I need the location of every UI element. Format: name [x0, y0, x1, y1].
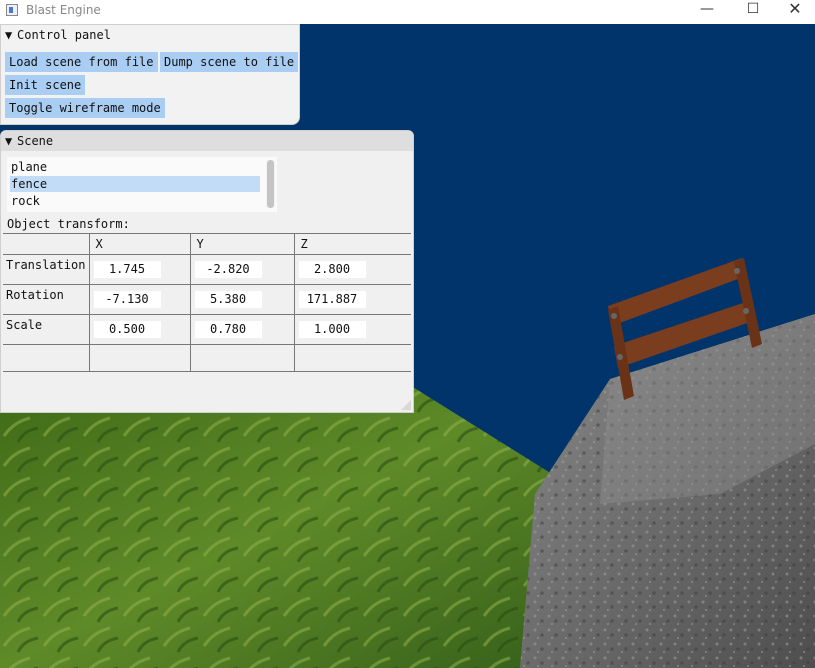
table-header-row: X Y Z: [3, 233, 411, 255]
maximize-icon[interactable]: ☐: [730, 0, 776, 24]
column-header-z: Z: [293, 233, 411, 255]
dump-scene-button[interactable]: Dump scene to file: [160, 52, 299, 72]
close-icon[interactable]: ✕: [772, 0, 815, 24]
table-row: Scale 0.500 0.780 1.000: [3, 314, 411, 345]
rotation-x-input[interactable]: -7.130: [93, 291, 161, 308]
table-tail: [3, 344, 411, 372]
grass-texture: [0, 379, 560, 668]
scene-object-list[interactable]: plane fence rock: [7, 157, 277, 212]
list-scrollbar[interactable]: [266, 160, 275, 208]
toggle-wireframe-button[interactable]: Toggle wireframe mode: [5, 98, 165, 118]
scene-window: ▼ Scene plane fence rock Object transform…: [0, 130, 414, 413]
header-empty: [3, 233, 89, 255]
scrollbar-thumb[interactable]: [267, 160, 274, 208]
scale-z-input[interactable]: 1.000: [298, 321, 366, 338]
rotation-z-input[interactable]: 171.887: [298, 291, 366, 308]
window-title-bar: Blast Engine — ☐ ✕: [0, 0, 815, 24]
list-item-rock[interactable]: rock: [10, 193, 260, 209]
load-scene-button[interactable]: Load scene from file: [5, 52, 158, 72]
init-scene-button[interactable]: Init scene: [5, 75, 86, 95]
translation-z-input[interactable]: 2.800: [298, 261, 366, 278]
object-transform-label: Object transform:: [7, 217, 130, 231]
list-item-plane[interactable]: plane: [10, 159, 260, 175]
collapse-arrow-icon[interactable]: ▼: [5, 131, 17, 151]
resize-grip-icon[interactable]: [401, 400, 411, 410]
scene-panel-header[interactable]: ▼ Scene: [1, 131, 413, 151]
control-panel-window: ▼ Control panel Load scene from file Dump…: [0, 24, 300, 125]
list-item-fence[interactable]: fence: [10, 176, 260, 192]
app-window-icon: [6, 4, 18, 16]
scene-panel-title: Scene: [17, 134, 54, 148]
window-title: Blast Engine: [26, 3, 101, 17]
rotation-y-input[interactable]: 5.380: [194, 291, 262, 308]
translation-label: Translation: [3, 254, 89, 285]
scale-label: Scale: [3, 314, 89, 345]
scale-x-input[interactable]: 0.500: [93, 321, 161, 338]
control-panel-title: Control panel: [17, 28, 111, 42]
scale-y-input[interactable]: 0.780: [194, 321, 262, 338]
translation-x-input[interactable]: 1.745: [93, 261, 161, 278]
collapse-arrow-icon[interactable]: ▼: [5, 25, 17, 45]
column-header-x: X: [88, 233, 190, 255]
transform-table: X Y Z Translation 1.745 -2.820 2.800 Rot…: [3, 233, 411, 372]
control-panel-header[interactable]: ▼ Control panel: [1, 25, 299, 45]
table-row: Translation 1.745 -2.820 2.800: [3, 254, 411, 285]
translation-y-input[interactable]: -2.820: [194, 261, 262, 278]
column-header-y: Y: [189, 233, 294, 255]
minimize-icon[interactable]: —: [684, 0, 730, 24]
rotation-label: Rotation: [3, 284, 89, 315]
table-row: Rotation -7.130 5.380 171.887: [3, 284, 411, 315]
